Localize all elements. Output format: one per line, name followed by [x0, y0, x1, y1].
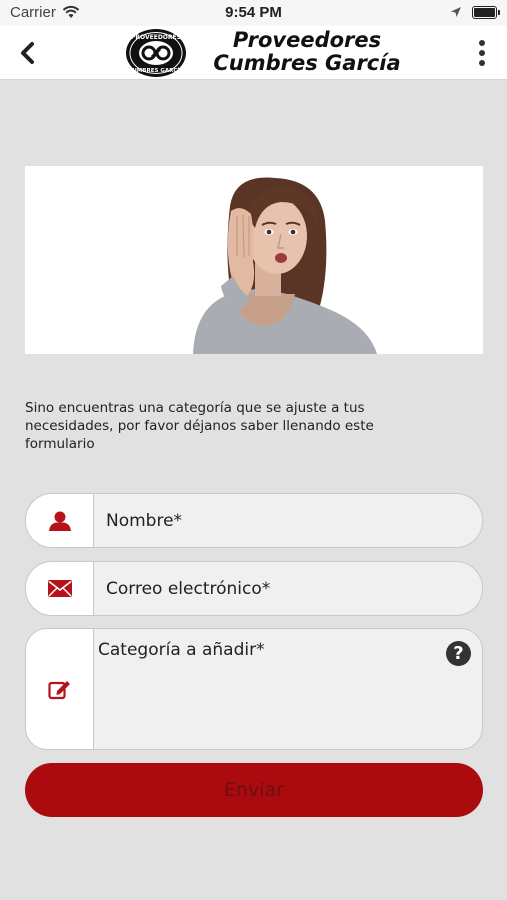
status-bar: Carrier 9:54 PM — [0, 0, 507, 26]
logo-line-2: Cumbres García — [213, 51, 401, 75]
name-field[interactable]: Nombre* — [25, 493, 483, 548]
category-field-icon-cell — [26, 629, 94, 749]
app-logo: PROVEEDORES CUMBRES GARCÍA Proveedores C… — [125, 28, 425, 78]
dot-icon — [479, 40, 485, 46]
envelope-icon — [47, 580, 72, 597]
name-field-icon-cell — [26, 494, 94, 547]
logo-wordmark: Proveedores Cumbres García — [191, 29, 423, 75]
help-icon[interactable]: ? — [446, 641, 471, 666]
battery-icon — [472, 6, 500, 19]
form-intro-text: Sino encuentras una categoría que se aju… — [25, 400, 374, 452]
submit-button[interactable]: Enviar — [25, 763, 483, 817]
user-icon — [48, 511, 71, 531]
email-field[interactable]: Correo electrónico* — [25, 561, 483, 616]
back-button[interactable] — [12, 38, 42, 68]
email-field-icon-cell — [26, 562, 94, 615]
category-textarea[interactable]: Categoría a añadir* — [98, 640, 265, 660]
nav-bar: PROVEEDORES CUMBRES GARCÍA Proveedores C… — [0, 26, 507, 80]
seal-text-bottom: CUMBRES GARCÍA — [128, 66, 184, 74]
email-input[interactable]: Correo electrónico* — [106, 579, 270, 599]
clock: 9:54 PM — [225, 4, 282, 21]
more-options-button[interactable] — [472, 38, 492, 68]
dot-icon — [479, 60, 485, 66]
location-arrow-icon — [451, 7, 461, 17]
chevron-left-icon — [21, 42, 34, 64]
name-input[interactable]: Nombre* — [106, 511, 182, 531]
listening-woman-illustration — [25, 166, 483, 354]
logo-line-1: Proveedores — [232, 28, 382, 52]
logo-seal-icon: PROVEEDORES CUMBRES GARCÍA — [126, 29, 186, 77]
category-field[interactable]: Categoría a añadir* ? — [25, 628, 483, 750]
seal-text-top: PROVEEDORES — [131, 34, 181, 41]
edit-icon — [47, 681, 70, 700]
hero-image — [25, 166, 483, 354]
dot-icon — [479, 50, 485, 56]
